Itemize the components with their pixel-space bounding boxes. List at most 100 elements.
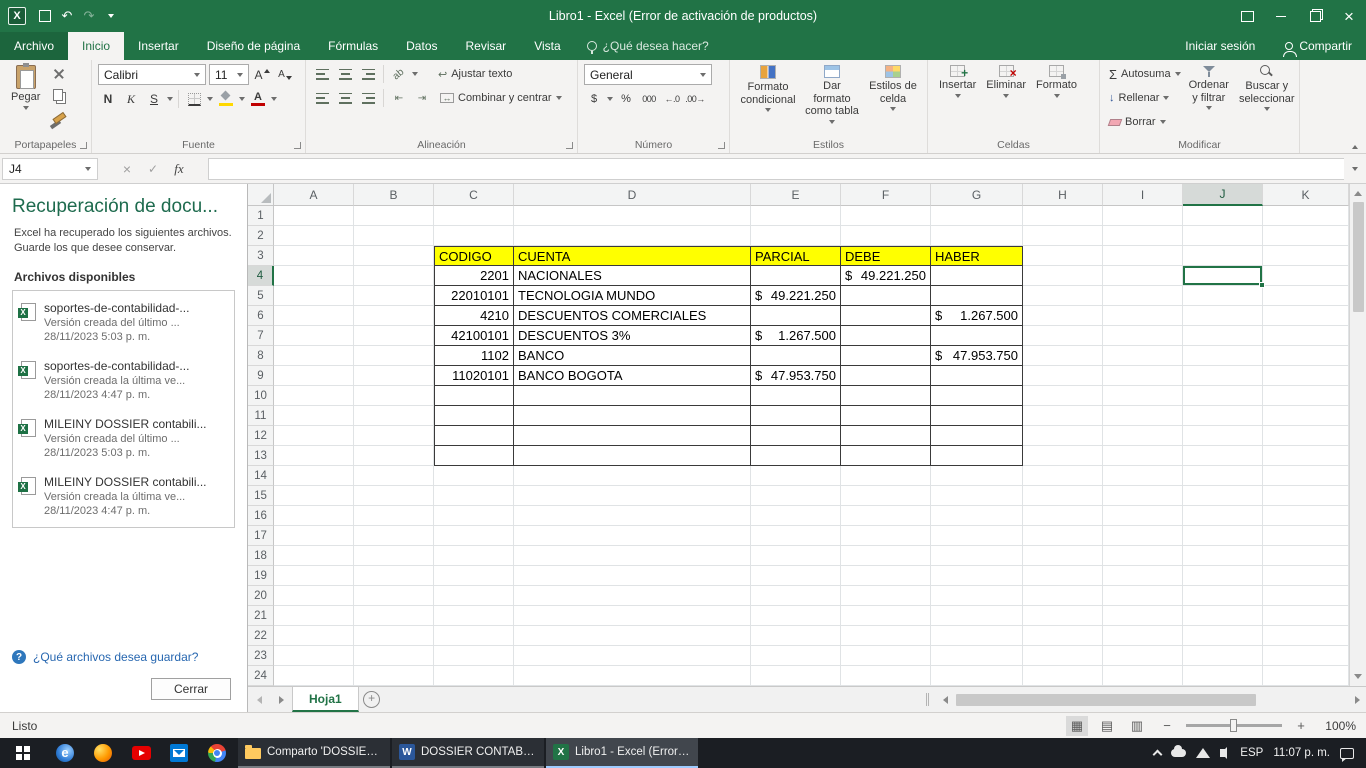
cell-B24[interactable]	[354, 666, 434, 686]
font-color-icon[interactable]	[251, 92, 265, 106]
cell-J21[interactable]	[1183, 606, 1263, 626]
paste-button[interactable]: Pegar	[6, 63, 45, 111]
find-select-button[interactable]: Buscar y seleccionar	[1234, 64, 1300, 112]
comma-style-icon[interactable]: 000	[639, 89, 659, 109]
col-header-G[interactable]: G	[931, 184, 1023, 206]
cell-K22[interactable]	[1263, 626, 1349, 646]
cell-F23[interactable]	[841, 646, 931, 666]
cell-G18[interactable]	[931, 546, 1023, 566]
cell-K15[interactable]	[1263, 486, 1349, 506]
cell-F16[interactable]	[841, 506, 931, 526]
cell-H9[interactable]	[1023, 366, 1103, 386]
cell-C23[interactable]	[434, 646, 514, 666]
row-header-9[interactable]: 9	[248, 366, 274, 386]
sheet-tab-hoja1[interactable]: Hoja1	[292, 687, 359, 712]
row-header-18[interactable]: 18	[248, 546, 274, 566]
cell-K18[interactable]	[1263, 546, 1349, 566]
cell-E8[interactable]	[751, 346, 841, 366]
page-layout-view-button[interactable]	[1096, 716, 1118, 736]
cell-F20[interactable]	[841, 586, 931, 606]
cell-K12[interactable]	[1263, 426, 1349, 446]
taskbar-app-excel[interactable]: Libro1 - Excel (Error d...	[546, 738, 698, 768]
cell-A15[interactable]	[274, 486, 354, 506]
cell-K11[interactable]	[1263, 406, 1349, 426]
cell-K24[interactable]	[1263, 666, 1349, 686]
percent-style-icon[interactable]: %	[616, 89, 636, 109]
collapse-ribbon-icon[interactable]	[1352, 145, 1358, 149]
cell-K6[interactable]	[1263, 306, 1349, 326]
cell-D11[interactable]	[514, 406, 751, 426]
cell-E11[interactable]	[751, 406, 841, 426]
align-center-icon[interactable]	[338, 92, 352, 104]
cell-E7[interactable]: $1.267.500	[751, 326, 841, 346]
cell-K3[interactable]	[1263, 246, 1349, 266]
increase-font-size-icon[interactable]	[252, 65, 272, 85]
row-header-13[interactable]: 13	[248, 446, 274, 466]
align-top-icon[interactable]	[315, 68, 329, 80]
bold-button[interactable]: N	[98, 89, 118, 109]
autosum-button[interactable]: Autosuma	[1106, 64, 1184, 84]
enter-icon[interactable]	[141, 158, 165, 180]
cell-G7[interactable]	[931, 326, 1023, 346]
formula-bar-expand-icon[interactable]	[1352, 166, 1358, 171]
cell-I14[interactable]	[1103, 466, 1183, 486]
cell-A5[interactable]	[274, 286, 354, 306]
cell-B23[interactable]	[354, 646, 434, 666]
cell-B16[interactable]	[354, 506, 434, 526]
cell-J20[interactable]	[1183, 586, 1263, 606]
cell-H21[interactable]	[1023, 606, 1103, 626]
insert-function-icon[interactable]: fx	[167, 158, 191, 180]
cell-E9[interactable]: $47.953.750	[751, 366, 841, 386]
cell-C22[interactable]	[434, 626, 514, 646]
cell-C17[interactable]	[434, 526, 514, 546]
format-cells-button[interactable]: Formato	[1031, 64, 1082, 99]
save-icon[interactable]	[34, 5, 56, 27]
row-header-19[interactable]: 19	[248, 566, 274, 586]
cell-D16[interactable]	[514, 506, 751, 526]
decrease-indent-icon[interactable]: ⇤	[389, 88, 409, 108]
previous-sheet-icon[interactable]	[248, 687, 270, 712]
col-header-D[interactable]: D	[514, 184, 751, 206]
sort-filter-button[interactable]: Ordenar y filtrar	[1184, 64, 1234, 111]
cell-C20[interactable]	[434, 586, 514, 606]
cell-B17[interactable]	[354, 526, 434, 546]
cell-D9[interactable]: BANCO BOGOTA	[514, 366, 751, 386]
cell-J18[interactable]	[1183, 546, 1263, 566]
cell-G15[interactable]	[931, 486, 1023, 506]
cell-E16[interactable]	[751, 506, 841, 526]
cell-E13[interactable]	[751, 446, 841, 466]
row-header-21[interactable]: 21	[248, 606, 274, 626]
cell-A9[interactable]	[274, 366, 354, 386]
cell-C7[interactable]: 42100101	[434, 326, 514, 346]
cell-H5[interactable]	[1023, 286, 1103, 306]
cell-C3[interactable]: CODIGO	[434, 246, 514, 266]
volume-icon[interactable]	[1220, 747, 1228, 759]
cell-B5[interactable]	[354, 286, 434, 306]
cell-G8[interactable]: $47.953.750	[931, 346, 1023, 366]
cell-G10[interactable]	[931, 386, 1023, 406]
cell-A17[interactable]	[274, 526, 354, 546]
cell-A13[interactable]	[274, 446, 354, 466]
row-header-17[interactable]: 17	[248, 526, 274, 546]
cell-I18[interactable]	[1103, 546, 1183, 566]
cell-B3[interactable]	[354, 246, 434, 266]
cell-C15[interactable]	[434, 486, 514, 506]
cell-F18[interactable]	[841, 546, 931, 566]
cell-J3[interactable]	[1183, 246, 1263, 266]
cell-J8[interactable]	[1183, 346, 1263, 366]
clear-button[interactable]: Borrar	[1106, 112, 1184, 132]
cell-E5[interactable]: $49.221.250	[751, 286, 841, 306]
alignment-dialog-launcher-icon[interactable]	[566, 142, 573, 149]
cell-C9[interactable]: 11020101	[434, 366, 514, 386]
cell-I10[interactable]	[1103, 386, 1183, 406]
cell-A11[interactable]	[274, 406, 354, 426]
row-header-10[interactable]: 10	[248, 386, 274, 406]
cell-A20[interactable]	[274, 586, 354, 606]
row-header-11[interactable]: 11	[248, 406, 274, 426]
italic-button[interactable]: K	[121, 89, 141, 109]
decrease-font-size-icon[interactable]	[275, 65, 295, 85]
cell-I13[interactable]	[1103, 446, 1183, 466]
cell-H11[interactable]	[1023, 406, 1103, 426]
cell-F12[interactable]	[841, 426, 931, 446]
cell-B13[interactable]	[354, 446, 434, 466]
